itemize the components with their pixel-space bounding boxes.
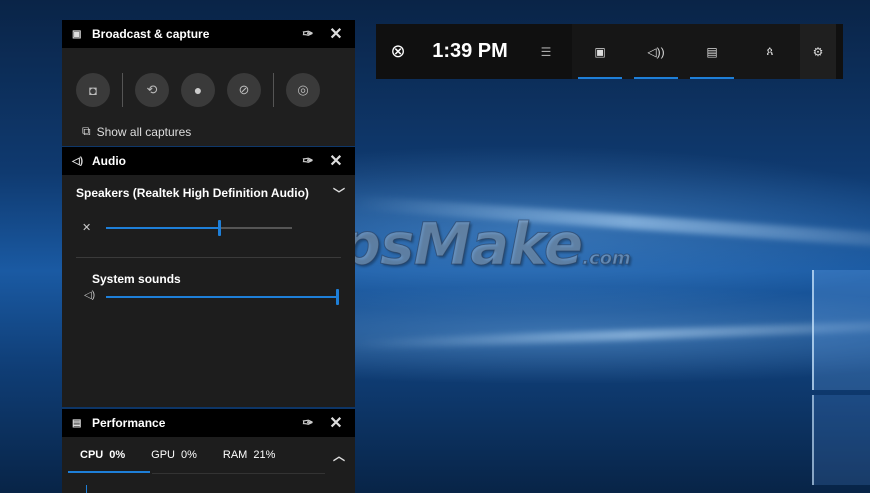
slider-thumb[interactable] (336, 289, 339, 305)
windows-logo-pane (812, 395, 870, 485)
show-all-captures-link[interactable]: ⧉ Show all captures (62, 124, 355, 139)
gallery-icon: ⧉ (82, 124, 91, 138)
close-icon[interactable]: ✕ (325, 151, 347, 171)
mute-icon[interactable]: ✕ (82, 221, 91, 234)
record-last-button[interactable]: ⟲ (135, 73, 169, 107)
light-beam (349, 320, 870, 350)
widget-header: ◁) Audio ✑ ✕ (62, 147, 355, 175)
speaker-icon[interactable]: ◁) (84, 290, 95, 301)
widget-menu-icon[interactable]: ☰ (520, 24, 572, 79)
screenshot-button[interactable]: ◘ (76, 73, 110, 107)
capture-toggle[interactable]: ▣ (572, 24, 628, 79)
slider-fill (106, 227, 218, 229)
divider (152, 473, 325, 474)
device-name: Speakers (Realtek High Definition Audio) (76, 186, 309, 200)
tab-value: 0% (180, 449, 197, 461)
slider-track (106, 289, 339, 305)
social-toggle[interactable]: ጰ (740, 24, 800, 79)
tab-label: CPU (80, 449, 104, 461)
broadcast-capture-widget: ▣ Broadcast & capture ✑ ✕ ◘ ⟲ ● ⊘ ◎ ⧉ Sh… (62, 20, 355, 146)
slider-track (106, 220, 292, 236)
pin-icon[interactable]: ✑ (297, 26, 319, 42)
windows-logo-pane (812, 270, 870, 390)
widget-header: ▤ Performance ✑ ✕ (62, 409, 355, 437)
record-icon: ● (193, 82, 203, 98)
replay-icon: ⟲ (146, 82, 158, 97)
gear-icon: ⚙ (812, 44, 824, 59)
system-sounds-slider[interactable]: ◁) (62, 286, 355, 308)
widget-header: ▣ Broadcast & capture ✑ ✕ (62, 20, 355, 48)
separator (273, 73, 274, 107)
audio-toggle[interactable]: ◁)) (628, 24, 684, 79)
pin-icon[interactable]: ✑ (297, 153, 319, 169)
widget-title: Broadcast & capture (92, 27, 210, 41)
audio-widget: ◁) Audio ✑ ✕ Speakers (Realtek High Defi… (62, 147, 355, 407)
show-all-label: Show all captures (96, 124, 192, 139)
system-sounds-label: System sounds (92, 272, 181, 286)
widget-title: Audio (92, 154, 126, 168)
tab-label: GPU (151, 449, 175, 461)
master-volume-slider[interactable]: ✕ (62, 211, 355, 245)
watermark-suffix: .com (582, 248, 632, 270)
tab-cpu[interactable]: CPU 0% (80, 449, 125, 461)
tab-value: 0% (109, 449, 126, 461)
widget-title: Performance (92, 416, 166, 430)
tab-ram[interactable]: RAM 21% (223, 449, 275, 461)
performance-toggle[interactable]: ▤ (684, 24, 740, 79)
settings-button[interactable]: ⚙ (800, 24, 836, 79)
graph-line (86, 485, 87, 493)
tab-value: 21% (253, 449, 276, 461)
broadcast-button[interactable]: ◎ (286, 73, 320, 107)
speaker-icon: ◁)) (647, 44, 665, 59)
close-icon[interactable]: ✕ (325, 24, 347, 44)
performance-tabs: CPU 0% GPU 0% RAM 21% ︿ (62, 437, 355, 473)
separator (122, 73, 123, 107)
performance-icon: ▤ (706, 44, 718, 59)
chevron-down-icon: ﹀ (332, 186, 345, 201)
game-bar: ⊗ 1:39 PM ☰ ▣ ◁)) ▤ ጰ ⚙ (376, 24, 843, 79)
active-tab-indicator (68, 471, 150, 473)
performance-icon: ▤ (72, 417, 82, 429)
pin-icon[interactable]: ✑ (297, 415, 319, 431)
tab-label: RAM (222, 449, 248, 461)
mic-off-icon: ⊘ (238, 82, 250, 97)
xbox-icon[interactable]: ⊗ (376, 24, 420, 79)
chevron-up-icon[interactable]: ︿ (333, 447, 345, 464)
capture-icon: ▣ (72, 28, 82, 40)
camera-icon: ◘ (89, 82, 97, 98)
device-selector[interactable]: Speakers (Realtek High Definition Audio)… (62, 175, 355, 211)
tab-gpu[interactable]: GPU 0% (151, 449, 197, 461)
close-icon[interactable]: ✕ (325, 413, 347, 433)
slider-fill (106, 296, 339, 298)
performance-widget: ▤ Performance ✑ ✕ CPU 0% GPU 0% RAM 21% ︿ (62, 409, 355, 493)
widget-toggles: ▣ ◁)) ▤ ጰ ⚙ (572, 24, 836, 79)
capture-icon: ▣ (594, 44, 606, 59)
speaker-icon: ◁) (72, 155, 84, 167)
clock: 1:39 PM (432, 40, 508, 62)
people-icon: ጰ (766, 44, 774, 58)
slider-thumb[interactable] (217, 220, 221, 236)
broadcast-icon: ◎ (297, 82, 309, 97)
mic-toggle-button[interactable]: ⊘ (227, 73, 261, 107)
capture-buttons: ◘ ⟲ ● ⊘ ◎ (62, 48, 355, 118)
record-button[interactable]: ● (181, 73, 215, 107)
